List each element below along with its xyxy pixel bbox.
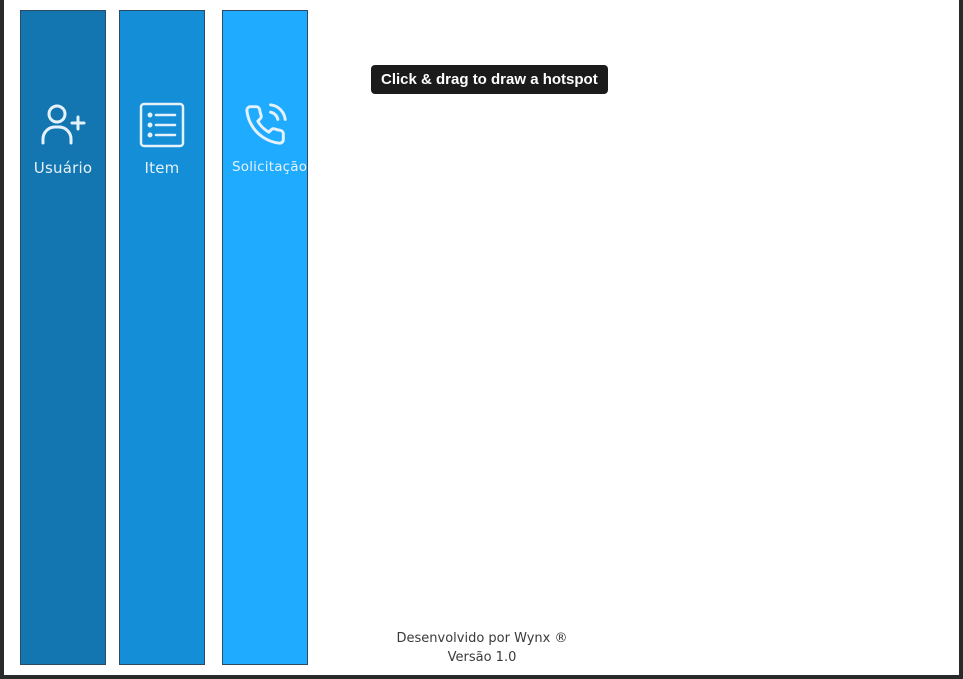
tile-item[interactable]: Item [119, 10, 205, 665]
app-frame: Usuário Item Solicitação Click & drag to… [4, 0, 959, 675]
hotspot-tooltip: Click & drag to draw a hotspot [371, 65, 608, 94]
footer-version: Versão 1.0 [447, 650, 517, 665]
phone-icon [241, 101, 289, 149]
footer-developer: Desenvolvido por Wynx ® [396, 631, 568, 646]
tile-solicitacao[interactable]: Solicitação [222, 10, 308, 665]
user-add-icon [39, 101, 87, 149]
tile-usuario[interactable]: Usuário [20, 10, 106, 665]
list-icon [138, 101, 186, 149]
tile-label-solicitacao: Solicitação [232, 159, 307, 175]
tile-label-item: Item [144, 159, 180, 177]
tile-label-usuario: Usuário [33, 159, 93, 177]
footer: Desenvolvido por Wynx ® Versão 1.0 [382, 629, 582, 667]
